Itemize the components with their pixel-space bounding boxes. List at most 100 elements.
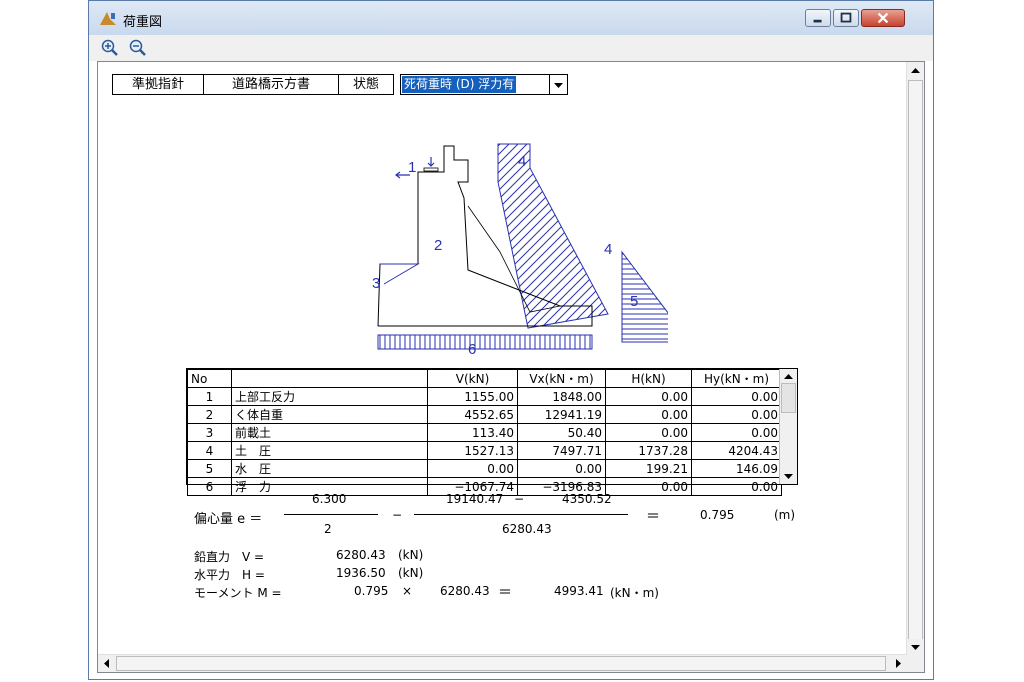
zoom-in-icon[interactable] xyxy=(101,39,119,57)
scroll-right-button[interactable] xyxy=(890,655,907,672)
cell-hy: 0.00 xyxy=(691,477,782,496)
app-icon xyxy=(100,12,116,25)
ecc-label: 偏心量 e ＝ xyxy=(194,512,263,527)
state-dropdown-button[interactable] xyxy=(549,75,567,94)
frac1-line xyxy=(284,514,378,515)
vertical-force-label: 鉛直力 V = xyxy=(194,550,265,564)
cell-v: 1527.13 xyxy=(427,441,518,460)
cell-v: 4552.65 xyxy=(427,405,518,424)
cell-hy: 0.00 xyxy=(691,405,782,424)
buoyancy-load xyxy=(377,334,593,350)
horizontal-force-unit: (kN) xyxy=(398,566,424,580)
arrow-right-icon xyxy=(896,659,901,668)
cell-v: 1155.00 xyxy=(427,387,518,406)
table-row[interactable]: 5水 圧 0.00 0.00 199.21 146.09 xyxy=(187,459,782,478)
load-diagram-window: 荷重図 準拠指針 道路橋示方書 状態 死荷重時 (D) 浮力有 1 2 3 4 … xyxy=(88,0,934,680)
state-select[interactable]: 死荷重時 (D) 浮力有 xyxy=(400,74,568,95)
ecc-value: 0.795 xyxy=(700,508,735,522)
cell-h: 0.00 xyxy=(605,423,692,442)
moment-unit: (kN・m) xyxy=(610,586,659,600)
cell-name: 前載土 xyxy=(231,423,428,442)
minimize-icon xyxy=(813,19,822,23)
front-fill-outline xyxy=(380,263,420,285)
zoom-out-icon[interactable] xyxy=(129,39,147,57)
scroll-corner xyxy=(907,655,924,672)
cell-hy: 0.00 xyxy=(691,423,782,442)
table-row[interactable]: 2 く体自重 4552.65 12941.19 0.00 0.00 xyxy=(187,405,782,424)
calc-equals: ＝ xyxy=(646,509,660,525)
cell-vx: 1848.00 xyxy=(517,387,606,406)
ecc-unit: (m) xyxy=(774,508,796,522)
state-label: 状態 xyxy=(338,74,394,95)
cell-h: 0.00 xyxy=(605,387,692,406)
close-button[interactable] xyxy=(861,9,905,27)
moment-times: × xyxy=(402,584,413,598)
diagram-label-4-top: 4 xyxy=(518,153,526,170)
col-vx: Vx(kN・m) xyxy=(517,369,606,388)
frac2-minus: − xyxy=(514,492,525,506)
table-row[interactable]: 4土 圧 1527.13 7497.71 1737.28 4204.43 xyxy=(187,441,782,460)
bearing-pad xyxy=(423,167,439,172)
cell-hy: 0.00 xyxy=(691,387,782,406)
cell-h: 199.21 xyxy=(605,459,692,478)
horizontal-scrollbar[interactable] xyxy=(98,654,907,672)
vertical-force-value: 6280.43 xyxy=(336,548,386,562)
maximize-button[interactable] xyxy=(833,9,859,27)
diagram-label-1: 1 xyxy=(408,159,416,176)
minimize-button[interactable] xyxy=(805,9,831,27)
loads-grid: No V(kN) Vx(kN・m) H(kN) Hy(kN・m) 1 上部工反力 1… xyxy=(187,369,782,496)
horizontal-scroll-thumb[interactable] xyxy=(116,656,886,671)
scroll-down-button[interactable] xyxy=(907,639,924,656)
table-row[interactable]: 3 前載土 113.40 50.40 0.00 0.00 xyxy=(187,423,782,442)
cell-name: 上部工反力 xyxy=(231,387,428,406)
moment-value: 4993.41 xyxy=(554,584,604,598)
scroll-down-icon[interactable] xyxy=(780,470,797,484)
calc-minus: − xyxy=(392,508,403,522)
cell-vx: 7497.71 xyxy=(517,441,606,460)
table-header-row: No V(kN) Vx(kN・m) H(kN) Hy(kN・m) xyxy=(187,369,782,388)
cell-name: 土 圧 xyxy=(231,441,428,460)
toolbar xyxy=(89,35,933,61)
cell-no: 5 xyxy=(187,459,232,478)
arrow-up-icon xyxy=(911,68,920,73)
vertical-scrollbar[interactable] xyxy=(906,62,924,656)
cell-v: 113.40 xyxy=(427,423,518,442)
load-diagram: 1 2 3 4 4 5 6 xyxy=(372,143,668,358)
maximize-icon xyxy=(840,12,852,23)
table-scrollbar[interactable] xyxy=(779,369,797,484)
vertical-force-unit: (kN) xyxy=(398,548,424,562)
cell-no: 3 xyxy=(187,423,232,442)
water-pressure-load xyxy=(621,250,668,343)
col-hy: Hy(kN・m) xyxy=(691,369,782,388)
cell-v: 0.00 xyxy=(427,459,518,478)
loads-table: No V(kN) Vx(kN・m) H(kN) Hy(kN・m) 1 上部工反力 1… xyxy=(186,368,798,496)
vertical-scroll-thumb[interactable] xyxy=(908,80,923,640)
state-selected-value: 死荷重時 (D) 浮力有 xyxy=(402,76,517,93)
cell-no: 2 xyxy=(187,405,232,424)
moment-equals: ＝ xyxy=(498,585,512,601)
diagram-label-2: 2 xyxy=(434,237,442,254)
cell-no: 1 xyxy=(187,387,232,406)
table-row[interactable]: 1 上部工反力 1155.00 1848.00 0.00 0.00 xyxy=(187,387,782,406)
scroll-up-button[interactable] xyxy=(907,62,924,79)
frac2-num-a: 19140.47 xyxy=(446,492,504,506)
frac1-denominator: 2 xyxy=(324,522,332,536)
standard-label: 準拠指針 xyxy=(112,74,204,95)
moment-e: 0.795 xyxy=(354,584,389,598)
col-h: H(kN) xyxy=(605,369,692,388)
cell-vx: 0.00 xyxy=(517,459,606,478)
col-no: No xyxy=(187,369,232,388)
frac2-line xyxy=(414,514,628,515)
scroll-up-icon[interactable] xyxy=(780,369,797,383)
scroll-left-button[interactable] xyxy=(98,655,115,672)
table-scroll-thumb[interactable] xyxy=(781,383,796,413)
cell-hy: 146.09 xyxy=(691,459,782,478)
moment-v: 6280.43 xyxy=(440,584,490,598)
standard-value: 道路橋示方書 xyxy=(203,74,339,95)
arrow-down-icon xyxy=(911,645,920,650)
cell-vx: 12941.19 xyxy=(517,405,606,424)
col-name xyxy=(231,369,428,388)
chevron-down-icon xyxy=(554,83,563,88)
cell-h: 0.00 xyxy=(605,477,692,496)
title-bar[interactable]: 荷重図 xyxy=(89,1,933,35)
